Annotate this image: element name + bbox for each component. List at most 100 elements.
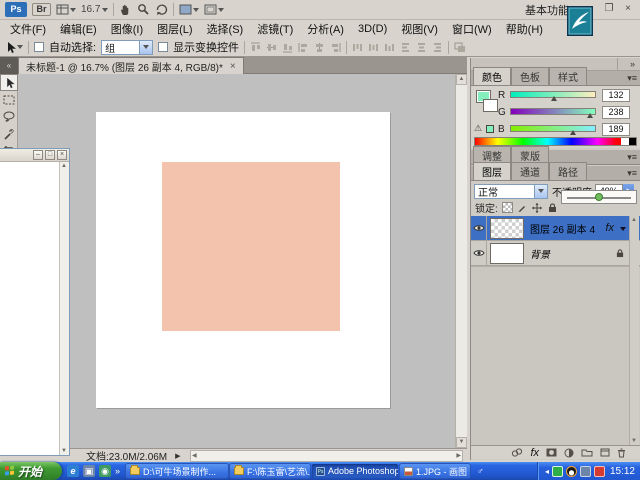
task-button-photoshop[interactable]: Ps Adobe Photoshop... (312, 464, 399, 478)
document-tab[interactable]: 未标题-1 @ 16.7% (图层 26 副本 4, RGB/8)* × (18, 57, 244, 74)
collapse-panels-icon[interactable]: » (630, 59, 635, 69)
distribute-left-edges-icon[interactable] (400, 42, 411, 53)
layer-thumbnail[interactable] (490, 217, 524, 239)
distribute-top-edges-icon[interactable] (352, 42, 363, 53)
layer-thumbnail[interactable] (490, 242, 524, 264)
internet-explorer-icon[interactable]: e (67, 465, 79, 477)
menu-select[interactable]: 选择(S) (200, 20, 251, 38)
align-right-edges-icon[interactable] (330, 42, 341, 53)
tray-qq-icon[interactable] (565, 465, 577, 477)
align-bottom-edges-icon[interactable] (282, 42, 293, 53)
align-horizontal-centers-icon[interactable] (314, 42, 325, 53)
menu-window[interactable]: 窗口(W) (445, 20, 499, 38)
scroll-down-arrow[interactable]: ▼ (631, 438, 637, 444)
tab-paths[interactable]: 路径 (549, 162, 587, 180)
screen-mode-button[interactable] (204, 4, 225, 15)
task-button-folder-2[interactable]: F:\陈玉雷\艺流\... (230, 464, 311, 478)
green-value-input[interactable]: 238 (602, 106, 630, 119)
menu-layer[interactable]: 图层(L) (150, 20, 199, 38)
rectangular-marquee-tool[interactable] (0, 91, 18, 108)
floating-window-titlebar[interactable]: – □ × (0, 149, 69, 162)
menu-filter[interactable]: 滤镜(T) (250, 20, 300, 38)
tab-swatches[interactable]: 色板 (511, 67, 549, 85)
layer-name[interactable]: 图层 26 副本 4 (530, 221, 595, 236)
language-indicator-icon[interactable]: ♂ (477, 466, 484, 476)
lock-transparent-pixels-icon[interactable] (501, 202, 513, 213)
arrange-documents-button[interactable] (179, 4, 200, 15)
tools-collapse-button[interactable]: « (0, 57, 18, 74)
menu-image[interactable]: 图像(I) (104, 20, 150, 38)
add-layer-mask-button[interactable] (546, 448, 557, 457)
blue-slider[interactable] (510, 125, 596, 132)
quick-launch-overflow-chevron[interactable]: » (115, 466, 120, 476)
visibility-eye-icon[interactable] (471, 240, 487, 266)
close-button[interactable]: × (57, 150, 67, 160)
distribute-horizontal-centers-icon[interactable] (416, 42, 427, 53)
red-value-input[interactable]: 132 (602, 89, 630, 102)
view-extras-button[interactable] (56, 4, 76, 15)
tab-layers[interactable]: 图层 (473, 162, 511, 180)
lasso-tool[interactable] (0, 108, 18, 125)
tray-download-icon[interactable] (593, 465, 605, 477)
fx-expand-arrow[interactable] (620, 227, 626, 231)
tab-color[interactable]: 颜色 (473, 67, 511, 85)
layer-fx-badge[interactable]: fx (605, 222, 614, 234)
menu-file[interactable]: 文件(F) (3, 20, 53, 38)
tab-close-icon[interactable]: × (230, 61, 236, 72)
ramp-black-swatch[interactable] (629, 138, 636, 145)
red-slider-handle[interactable] (551, 96, 557, 101)
align-left-edges-icon[interactable] (298, 42, 309, 53)
minimize-button[interactable]: – (33, 150, 43, 160)
layer-style-button[interactable]: fx (530, 447, 539, 459)
lock-all-icon[interactable] (547, 202, 558, 213)
maximize-button[interactable]: □ (45, 150, 55, 160)
canvas-horizontal-scrollbar[interactable]: ◀ ▶ (190, 450, 463, 462)
blue-value-input[interactable]: 189 (602, 123, 630, 136)
show-transform-checkbox[interactable] (158, 42, 169, 52)
panel-menu-icon[interactable]: ▾≡ (627, 72, 637, 85)
tray-utility-icon[interactable] (579, 465, 591, 477)
opacity-slider-handle[interactable] (595, 193, 603, 201)
visibility-eye-icon[interactable] (471, 215, 487, 241)
layer-content-rectangle[interactable] (162, 162, 340, 331)
task-button-paint[interactable]: 1.JPG - 画图 (400, 464, 471, 478)
lock-position-icon[interactable] (532, 202, 543, 213)
link-layers-button[interactable] (511, 448, 523, 457)
scroll-down-arrow[interactable]: ▼ (456, 437, 467, 448)
align-top-edges-icon[interactable] (250, 42, 261, 53)
bridge-launch-button[interactable]: Br (32, 3, 51, 16)
scroll-up-arrow[interactable]: ▲ (456, 74, 467, 85)
new-group-button[interactable] (581, 448, 593, 457)
tray-collapse-chevron[interactable]: ◂ (545, 467, 549, 476)
desktop-shortcut-icon[interactable]: ▣ (83, 465, 95, 477)
scroll-up-arrow[interactable]: ▲ (61, 163, 67, 169)
distribute-bottom-edges-icon[interactable] (384, 42, 395, 53)
gamut-warning-icon[interactable]: ⚠ (474, 123, 482, 134)
distribute-right-edges-icon[interactable] (432, 42, 443, 53)
zoom-level-select[interactable]: 16.7 (81, 4, 109, 15)
green-slider-handle[interactable] (587, 113, 593, 118)
auto-select-checkbox[interactable] (34, 42, 44, 52)
gamut-color-swatch[interactable] (486, 125, 494, 133)
scroll-up-arrow[interactable]: ▲ (631, 217, 637, 223)
tray-antivirus-icon[interactable] (551, 465, 563, 477)
layer-row-selected[interactable]: 图层 26 副本 4 fx (471, 215, 640, 241)
menu-view[interactable]: 视图(V) (394, 20, 445, 38)
layer-name[interactable]: 背景 (530, 246, 550, 261)
rotate-view-button[interactable] (155, 3, 168, 16)
menu-help[interactable]: 帮助(H) (499, 20, 550, 38)
ramp-white-swatch[interactable] (621, 138, 629, 145)
floating-window-scrollbar[interactable]: ▲ ▼ (59, 162, 69, 455)
magic-wand-tool[interactable] (0, 125, 18, 142)
start-button[interactable]: 开始 (0, 462, 62, 480)
auto-align-layers-icon[interactable] (454, 42, 466, 53)
canvas-vertical-scrollbar[interactable]: ▲ ▼ (455, 74, 467, 448)
swallow-logo-icon[interactable] (567, 6, 593, 36)
task-button-folder-1[interactable]: D:\可牛场景制作... (126, 464, 229, 478)
status-flyout-arrow[interactable]: ▶ (175, 452, 180, 460)
green-slider[interactable] (510, 108, 596, 115)
document-page[interactable] (96, 112, 390, 408)
scroll-right-arrow[interactable]: ▶ (456, 452, 461, 459)
align-vertical-centers-icon[interactable] (266, 42, 277, 53)
opacity-slider-popup[interactable] (561, 190, 637, 204)
